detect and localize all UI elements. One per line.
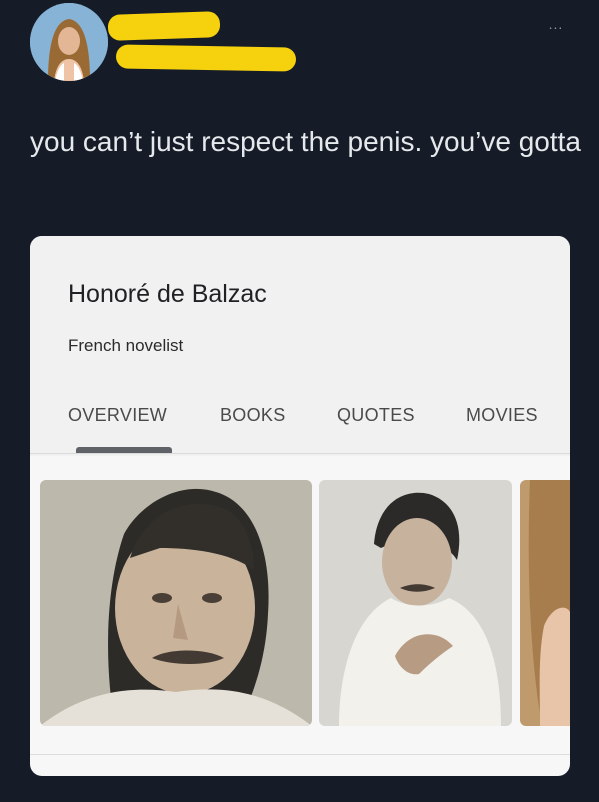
entity-title: Honoré de Balzac: [68, 280, 267, 308]
tab-books[interactable]: BOOKS: [220, 405, 286, 426]
avatar[interactable]: [30, 3, 108, 81]
tweet-text: you can’t just respect the penis. you’ve…: [30, 126, 581, 157]
portrait-photo-3[interactable]: [520, 480, 570, 726]
tab-movies[interactable]: MOVIES: [466, 405, 538, 426]
tab-quotes[interactable]: QUOTES: [337, 405, 415, 426]
tab-overview[interactable]: OVERVIEW: [68, 405, 167, 426]
portrait-image-3: [520, 480, 570, 726]
tab-divider: [30, 453, 570, 454]
portrait-image-1: [40, 480, 312, 726]
portrait-photo-1[interactable]: [40, 480, 312, 726]
card-footer-divider: [30, 754, 570, 755]
portrait-image-2: [319, 480, 512, 726]
redacted-username: [115, 44, 297, 72]
knowledge-panel-card[interactable]: Honoré de Balzac French novelist OVERVIE…: [30, 236, 570, 776]
redacted-display-name: [107, 11, 221, 41]
entity-subtitle: French novelist: [68, 336, 184, 355]
portrait-photo-2[interactable]: [319, 480, 512, 726]
avatar-photo: [30, 3, 108, 81]
more-options-icon[interactable]: ...: [541, 14, 571, 34]
